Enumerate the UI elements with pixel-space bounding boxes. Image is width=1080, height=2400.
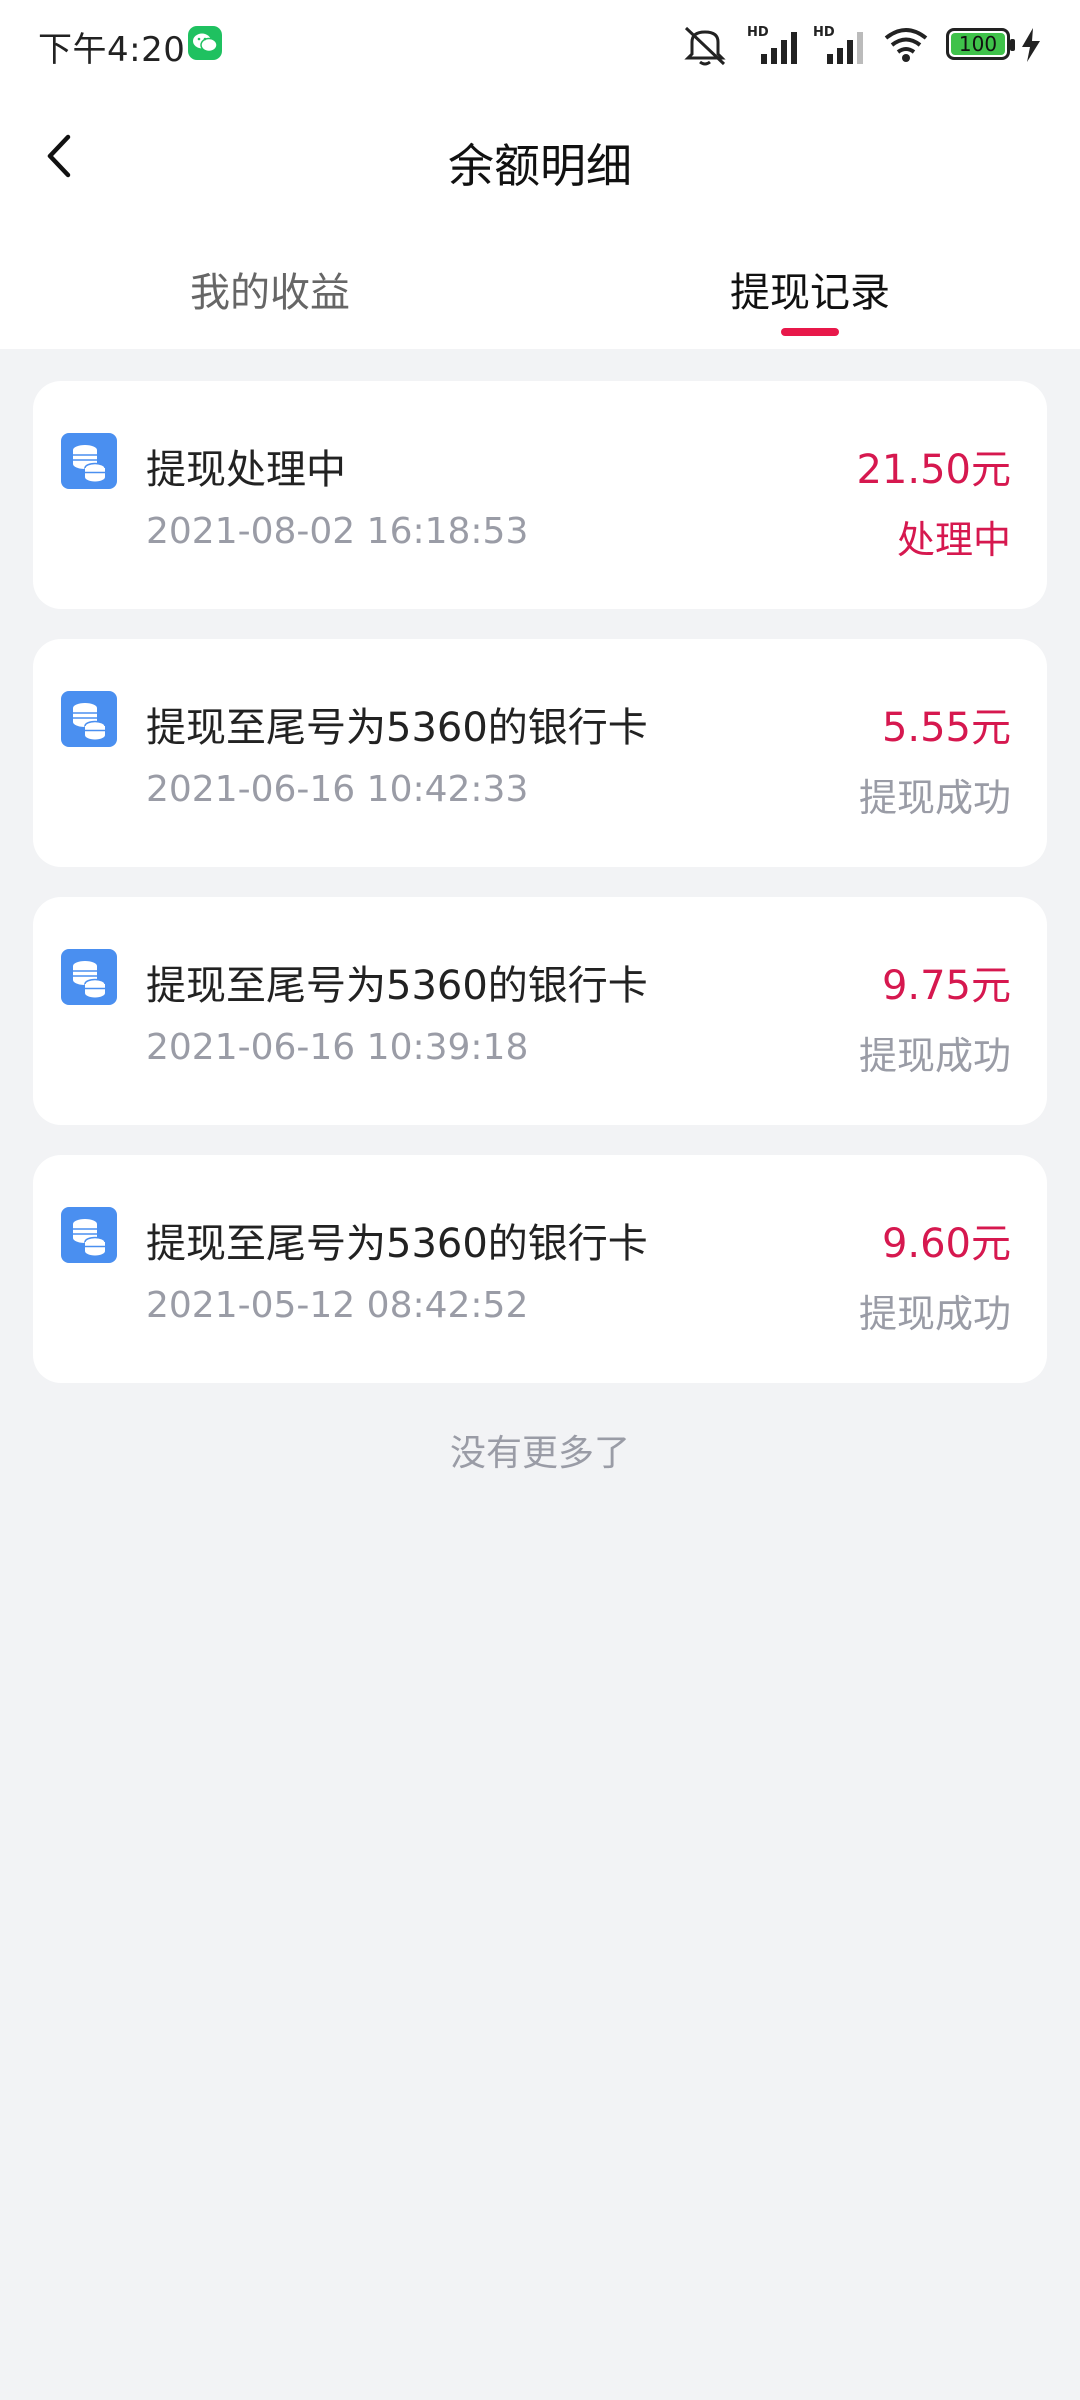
record-date: 2021-08-02 16:18:53 [146, 511, 529, 552]
coins-icon [61, 1207, 117, 1263]
record-status: 提现成功 [858, 776, 1011, 820]
tab-withdrawal-records[interactable]: 提现记录 [610, 260, 1010, 318]
battery-icon: 100 [946, 28, 1015, 60]
record-title: 提现至尾号为5360的银行卡 [146, 1221, 648, 1267]
signal-hd-icon-1: HD [747, 25, 797, 64]
record-title: 提现至尾号为5360的银行卡 [146, 705, 648, 751]
coins-icon [61, 433, 117, 489]
no-more-text: 没有更多了 [449, 1433, 630, 1474]
record-date: 2021-05-12 08:42:52 [146, 1285, 529, 1326]
record-status: 提现成功 [858, 1292, 1011, 1336]
tab-my-earnings[interactable]: 我的收益 [70, 260, 470, 318]
page-title: 余额明细 [448, 139, 632, 193]
record-amount: 9.60元 [881, 1221, 1011, 1267]
tab-bar: 我的收益 提现记录 [0, 228, 1080, 349]
silent-mode-icon [684, 26, 726, 66]
charging-icon [1022, 28, 1040, 62]
svg-text:HD: HD [813, 25, 835, 40]
record-amount: 9.75元 [881, 963, 1011, 1009]
record-title: 提现处理中 [146, 447, 346, 493]
coins-icon [61, 691, 117, 747]
record-card[interactable]: 提现处理中 2021-08-02 16:18:53 21.50元 处理中 [33, 381, 1047, 609]
record-title: 提现至尾号为5360的银行卡 [146, 963, 648, 1009]
active-tab-indicator [781, 328, 839, 336]
nav-bar: 余额明细 [0, 92, 1080, 228]
battery-level: 100 [958, 32, 998, 56]
record-card[interactable]: 提现至尾号为5360的银行卡 2021-06-16 10:42:33 5.55元… [33, 639, 1047, 867]
record-amount: 21.50元 [856, 447, 1011, 493]
svg-text:HD: HD [747, 25, 769, 40]
status-time: 下午4:20 [38, 30, 186, 70]
record-date: 2021-06-16 10:42:33 [146, 769, 529, 810]
status-bar: 下午4:20 HD HD 100 [0, 0, 1080, 92]
record-date: 2021-06-16 10:39:18 [146, 1027, 529, 1068]
wechat-notification-icon [188, 26, 222, 60]
record-status: 处理中 [896, 518, 1011, 562]
withdrawal-record-list: 提现处理中 2021-08-02 16:18:53 21.50元 处理中 提现至… [33, 381, 1047, 1413]
coins-icon [61, 949, 117, 1005]
record-card[interactable]: 提现至尾号为5360的银行卡 2021-05-12 08:42:52 9.60元… [33, 1155, 1047, 1383]
record-amount: 5.55元 [881, 705, 1011, 751]
record-status: 提现成功 [858, 1034, 1011, 1078]
record-card[interactable]: 提现至尾号为5360的银行卡 2021-06-16 10:39:18 9.75元… [33, 897, 1047, 1125]
signal-hd-icon-2: HD [813, 25, 863, 64]
wifi-icon [884, 28, 928, 62]
